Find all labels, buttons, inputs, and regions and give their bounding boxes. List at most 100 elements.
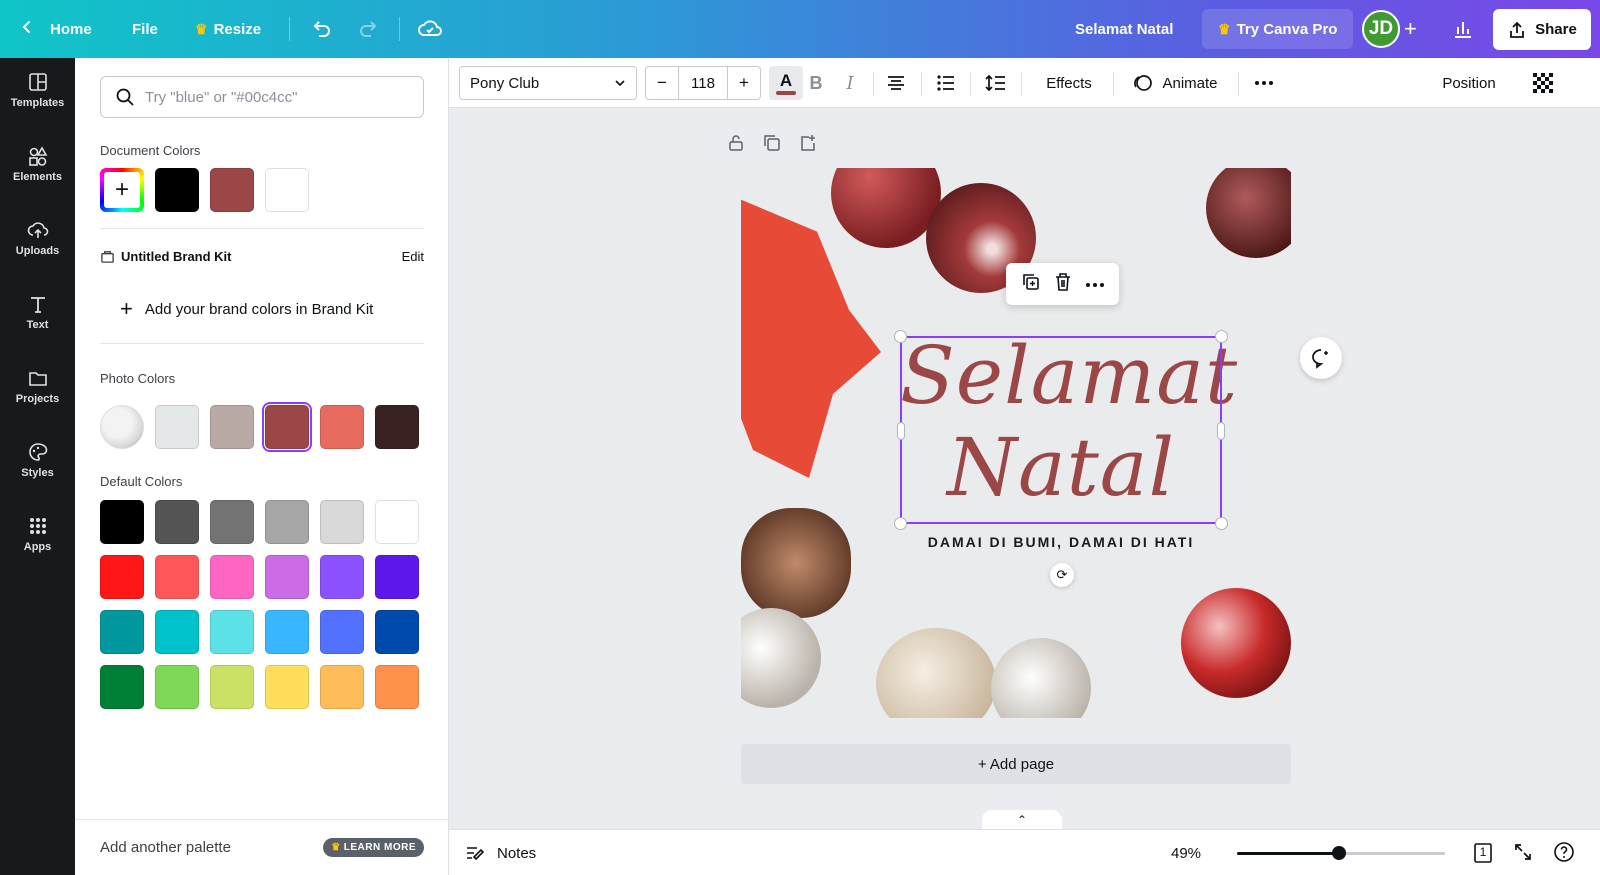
default-color-swatch[interactable] [320,555,364,599]
font-dropdown[interactable]: Pony Club [459,66,637,100]
text-color-button[interactable]: A [769,66,803,100]
invite-button[interactable]: + [1404,0,1417,58]
rail-item-text[interactable]: Text [0,282,75,342]
page-count-button[interactable]: 1 [1471,841,1495,865]
document-color-swatch[interactable] [265,168,309,212]
add-comment-button[interactable] [1300,337,1342,379]
italic-button[interactable]: I [835,58,865,108]
color-search-input[interactable] [145,88,405,106]
insights-button[interactable] [1452,0,1474,58]
vertical-scrollbar[interactable] [1585,108,1600,818]
resize-handle[interactable] [894,517,907,530]
default-color-swatch[interactable] [265,665,309,709]
element-more-button[interactable] [1085,275,1105,293]
default-color-swatch[interactable] [155,610,199,654]
brand-kit-icon [101,251,114,263]
document-color-swatch[interactable] [155,168,199,212]
file-menu[interactable]: File [132,0,158,58]
notes-button[interactable]: Notes [465,830,536,875]
add-color-button[interactable]: + [100,168,144,212]
document-color-swatch[interactable] [210,168,254,212]
resize-handle[interactable] [1215,517,1228,530]
resize-handle[interactable] [894,330,907,343]
share-button[interactable]: Share [1493,9,1591,50]
resize-button[interactable]: ♛ Resize [195,0,261,58]
default-color-swatch[interactable] [100,555,144,599]
position-button[interactable]: Position [1429,58,1509,108]
default-color-swatch[interactable] [100,665,144,709]
resize-handle[interactable] [1215,330,1228,343]
default-color-swatch[interactable] [320,665,364,709]
animate-button[interactable]: Animate [1125,58,1225,108]
cloud-save-status[interactable] [418,0,442,58]
default-color-swatch[interactable] [210,665,254,709]
home-button[interactable]: Home [20,0,92,58]
subtitle-text-element[interactable]: DAMAI DI BUMI, DAMAI DI HATI [900,534,1222,550]
spacing-button[interactable] [981,58,1011,108]
rail-item-uploads[interactable]: Uploads [0,208,75,268]
delete-element-button[interactable] [1054,272,1072,297]
collapse-pages-button[interactable]: ⌃ [982,810,1062,830]
default-color-swatch[interactable] [100,610,144,654]
add-page-button[interactable]: + Add page [741,744,1291,784]
default-color-swatch[interactable] [155,665,199,709]
list-button[interactable] [931,58,961,108]
default-color-swatch[interactable] [320,610,364,654]
default-color-swatch[interactable] [265,500,309,544]
default-color-swatch[interactable] [375,500,419,544]
font-size-input[interactable]: 118 [678,67,728,99]
rail-item-templates[interactable]: Templates [0,60,75,120]
lock-page-button[interactable] [727,134,745,157]
help-button[interactable] [1553,841,1575,867]
resize-handle[interactable] [1217,422,1225,440]
color-search[interactable] [100,76,424,118]
duplicate-element-button[interactable] [1021,272,1041,297]
more-options-button[interactable] [1249,58,1279,108]
default-color-swatch[interactable] [210,610,254,654]
effects-button[interactable]: Effects [1034,58,1104,108]
rail-item-projects[interactable]: Projects [0,356,75,416]
rotate-handle[interactable]: ⟳ [1050,563,1074,587]
resize-handle[interactable] [897,422,905,440]
photo-color-swatch[interactable] [320,405,364,449]
default-color-swatch[interactable] [100,500,144,544]
rail-item-elements[interactable]: Elements [0,134,75,194]
undo-button[interactable] [310,0,332,58]
duplicate-page-button[interactable] [763,134,781,157]
increase-font-size-button[interactable]: + [728,67,760,99]
zoom-percentage[interactable]: 49% [1171,830,1201,875]
avatar[interactable]: JD [1362,10,1400,48]
rail-item-apps[interactable]: Apps [0,504,75,564]
default-color-swatch[interactable] [375,665,419,709]
learn-more-badge[interactable]: ♛ LEARN MORE [323,838,424,857]
photo-color-swatch[interactable] [375,405,419,449]
photo-color-swatch[interactable] [155,405,199,449]
try-canva-pro-button[interactable]: ♛ Try Canva Pro [1202,9,1354,49]
add-palette-link[interactable]: Add another palette [100,839,231,856]
text-align-button[interactable] [881,58,911,108]
redo-button[interactable] [358,0,380,58]
rail-item-styles[interactable]: Styles [0,430,75,490]
brand-kit-edit-link[interactable]: Edit [402,249,424,264]
transparency-button[interactable] [1531,58,1555,108]
default-color-swatch[interactable] [155,500,199,544]
add-brand-colors-button[interactable]: + Add your brand colors in Brand Kit [120,296,373,322]
default-color-swatch[interactable] [155,555,199,599]
add-page-button-small[interactable] [799,134,817,157]
default-color-swatch[interactable] [375,555,419,599]
decrease-font-size-button[interactable]: − [646,67,678,99]
default-color-swatch[interactable] [320,500,364,544]
photo-color-swatch[interactable] [210,405,254,449]
photo-thumbnail[interactable] [100,405,144,449]
default-color-swatch[interactable] [265,610,309,654]
default-color-swatch[interactable] [210,555,254,599]
fullscreen-button[interactable] [1513,842,1533,866]
default-color-swatch[interactable] [210,500,254,544]
zoom-slider[interactable] [1237,846,1445,860]
zoom-slider-knob[interactable] [1331,846,1346,860]
default-color-swatch[interactable] [375,610,419,654]
bold-button[interactable]: B [801,58,831,108]
document-title[interactable]: Selamat Natal [1075,0,1173,58]
default-color-swatch[interactable] [265,555,309,599]
photo-color-swatch[interactable] [262,402,312,452]
